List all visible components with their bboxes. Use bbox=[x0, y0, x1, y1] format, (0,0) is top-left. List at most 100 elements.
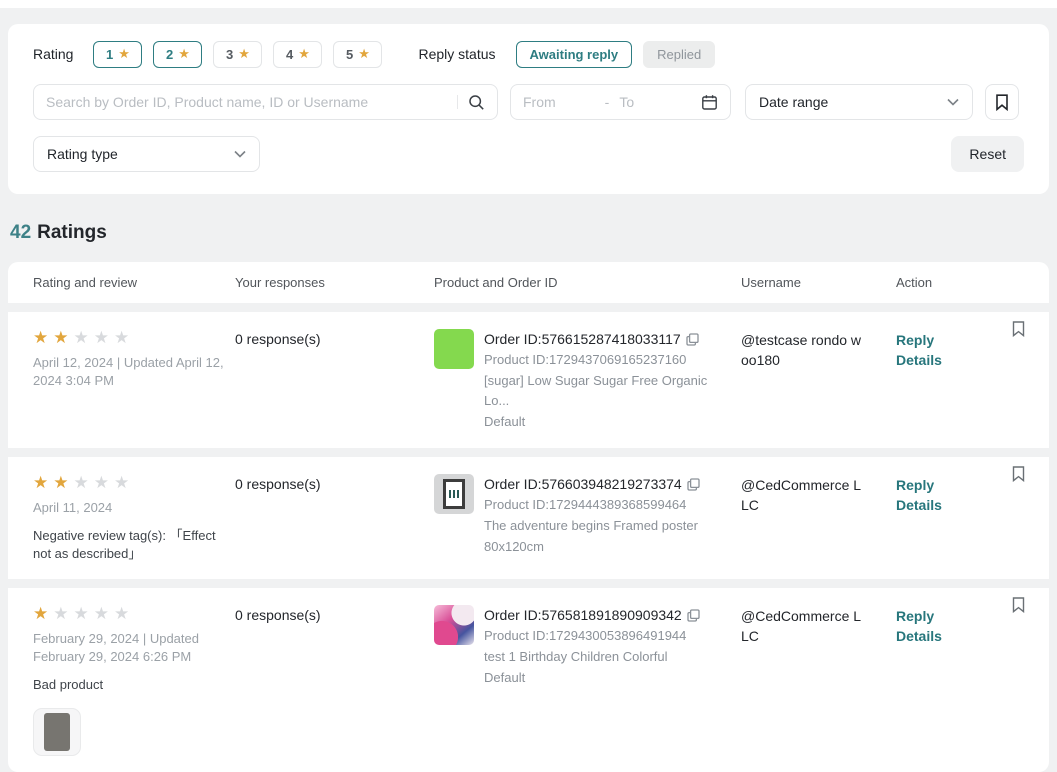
review-attachment-thumbnail[interactable] bbox=[33, 708, 81, 756]
username-cell: @CedCommerce LLC bbox=[741, 474, 896, 563]
review-date: April 11, 2024 bbox=[33, 499, 225, 517]
rating-5-value: 5 bbox=[346, 47, 353, 62]
star-empty-icon: ★ bbox=[94, 473, 109, 492]
table-row: ★★★★★ April 11, 2024 Negative review tag… bbox=[8, 457, 1049, 579]
order-id: Order ID:576603948219273374 bbox=[484, 474, 682, 494]
details-link[interactable]: Details bbox=[896, 350, 1024, 370]
table-header-row: Rating and review Your responses Product… bbox=[8, 262, 1049, 303]
filter-row-rating: Rating 1 ★ 2 ★ 3 ★ 4 ★ 5 ★ Reply status … bbox=[33, 40, 1024, 68]
copy-icon[interactable] bbox=[687, 478, 700, 491]
header-your-responses: Your responses bbox=[235, 275, 434, 290]
rating-type-select[interactable]: Rating type bbox=[33, 136, 260, 172]
review-text: Bad product bbox=[33, 676, 225, 694]
star-empty-icon: ★ bbox=[74, 604, 89, 623]
date-separator: - bbox=[605, 94, 610, 110]
header-product-and-order-id: Product and Order ID bbox=[434, 275, 741, 290]
rating-2-value: 2 bbox=[166, 47, 173, 62]
responses-cell: 0 response(s) bbox=[235, 474, 434, 563]
table-row: ★★★★★ April 12, 2024 | Updated April 12,… bbox=[8, 312, 1049, 448]
star-empty-icon: ★ bbox=[53, 604, 68, 623]
star-empty-icon: ★ bbox=[74, 473, 89, 492]
date-range-select-value: Date range bbox=[759, 94, 828, 110]
rating-review-cell: ★★★★★ February 29, 2024 | Updated Februa… bbox=[33, 605, 235, 756]
star-empty-icon: ★ bbox=[114, 604, 129, 623]
top-strip bbox=[0, 0, 1057, 8]
ratings-count: 42 bbox=[10, 222, 31, 243]
header-action: Action bbox=[896, 275, 1024, 290]
star-empty-icon: ★ bbox=[114, 328, 129, 347]
star-icon: ★ bbox=[178, 46, 190, 62]
star-empty-icon: ★ bbox=[94, 604, 109, 623]
product-thumbnail[interactable] bbox=[434, 474, 474, 514]
product-thumbnail[interactable] bbox=[434, 329, 474, 369]
date-to-placeholder: To bbox=[619, 94, 701, 110]
star-rating: ★★★★★ bbox=[33, 474, 223, 493]
star-rating: ★★★★★ bbox=[33, 605, 223, 624]
filter-row-search: From - To Date range bbox=[33, 84, 1024, 120]
product-id: Product ID:1729430053896491944 bbox=[484, 626, 700, 646]
rating-filter-1-star[interactable]: 1 ★ bbox=[93, 41, 142, 68]
product-thumbnail[interactable] bbox=[434, 605, 474, 645]
order-id: Order ID:576615287418033117 bbox=[484, 329, 681, 349]
star-rating: ★★★★★ bbox=[33, 329, 223, 348]
product-cell: Order ID:576615287418033117 Product ID:1… bbox=[434, 329, 741, 432]
star-empty-icon: ★ bbox=[114, 473, 129, 492]
star-filled-icon: ★ bbox=[33, 473, 48, 492]
order-id: Order ID:576581891890909342 bbox=[484, 605, 682, 625]
filter-card: Rating 1 ★ 2 ★ 3 ★ 4 ★ 5 ★ Reply status … bbox=[8, 24, 1049, 194]
action-cell: Reply Details bbox=[896, 605, 1024, 756]
reply-link[interactable]: Reply bbox=[896, 475, 1024, 495]
star-filled-icon: ★ bbox=[53, 328, 68, 347]
reply-status-label: Reply status bbox=[418, 46, 495, 62]
rating-filter-label: Rating bbox=[33, 46, 73, 62]
header-username: Username bbox=[741, 275, 896, 290]
rating-filter-2-star[interactable]: 2 ★ bbox=[153, 41, 202, 68]
calendar-icon bbox=[701, 94, 718, 111]
chevron-down-icon bbox=[947, 98, 959, 106]
star-empty-icon: ★ bbox=[74, 328, 89, 347]
review-date: April 12, 2024 | Updated April 12, 2024 … bbox=[33, 354, 225, 390]
product-name: [sugar] Low Sugar Sugar Free Organic Lo.… bbox=[484, 371, 713, 411]
reply-status-replied-button[interactable]: Replied bbox=[643, 41, 715, 68]
reply-link[interactable]: Reply bbox=[896, 330, 1024, 350]
star-icon: ★ bbox=[118, 46, 130, 62]
details-link[interactable]: Details bbox=[896, 495, 1024, 515]
rating-review-cell: ★★★★★ April 11, 2024 Negative review tag… bbox=[33, 474, 235, 563]
reply-link[interactable]: Reply bbox=[896, 606, 1024, 626]
search-box bbox=[33, 84, 498, 120]
product-name: test 1 Birthday Children Colorful bbox=[484, 647, 700, 667]
product-id: Product ID:1729437069165237160 bbox=[484, 350, 713, 370]
chevron-down-icon bbox=[234, 150, 246, 158]
date-range-select[interactable]: Date range bbox=[745, 84, 973, 120]
star-filled-icon: ★ bbox=[33, 328, 48, 347]
action-cell: Reply Details bbox=[896, 474, 1024, 563]
reply-status-awaiting-button[interactable]: Awaiting reply bbox=[516, 41, 633, 68]
bookmark-icon[interactable] bbox=[1012, 321, 1025, 337]
ratings-summary-heading: 42Ratings bbox=[10, 222, 1047, 244]
product-variant: Default bbox=[484, 668, 700, 688]
review-date: February 29, 2024 | Updated February 29,… bbox=[33, 630, 225, 666]
search-divider bbox=[457, 95, 458, 109]
bookmark-icon[interactable] bbox=[1012, 597, 1025, 613]
product-cell: Order ID:576581891890909342 Product ID:1… bbox=[434, 605, 741, 756]
saved-filters-bookmark-button[interactable] bbox=[985, 84, 1019, 120]
filter-row-type: Rating type Reset bbox=[33, 136, 1024, 172]
bookmark-icon[interactable] bbox=[1012, 466, 1025, 482]
rating-filter-5-star[interactable]: 5 ★ bbox=[333, 41, 382, 68]
copy-icon[interactable] bbox=[686, 333, 699, 346]
date-range-input[interactable]: From - To bbox=[510, 84, 731, 120]
rating-3-value: 3 bbox=[226, 47, 233, 62]
search-input[interactable] bbox=[46, 94, 453, 110]
rating-type-select-value: Rating type bbox=[47, 146, 118, 162]
search-icon[interactable] bbox=[468, 94, 485, 111]
negative-review-tags: Negative review tag(s): 「Effect not as d… bbox=[33, 527, 225, 563]
product-id: Product ID:1729444389368599464 bbox=[484, 495, 700, 515]
rating-filter-4-star[interactable]: 4 ★ bbox=[273, 41, 322, 68]
rating-filter-3-star[interactable]: 3 ★ bbox=[213, 41, 262, 68]
copy-icon[interactable] bbox=[687, 609, 700, 622]
star-icon: ★ bbox=[358, 46, 370, 62]
reset-button[interactable]: Reset bbox=[951, 136, 1024, 172]
order-id-line: Order ID:576615287418033117 bbox=[484, 329, 713, 349]
username-cell: @CedCommerce LLC bbox=[741, 605, 896, 756]
details-link[interactable]: Details bbox=[896, 626, 1024, 646]
